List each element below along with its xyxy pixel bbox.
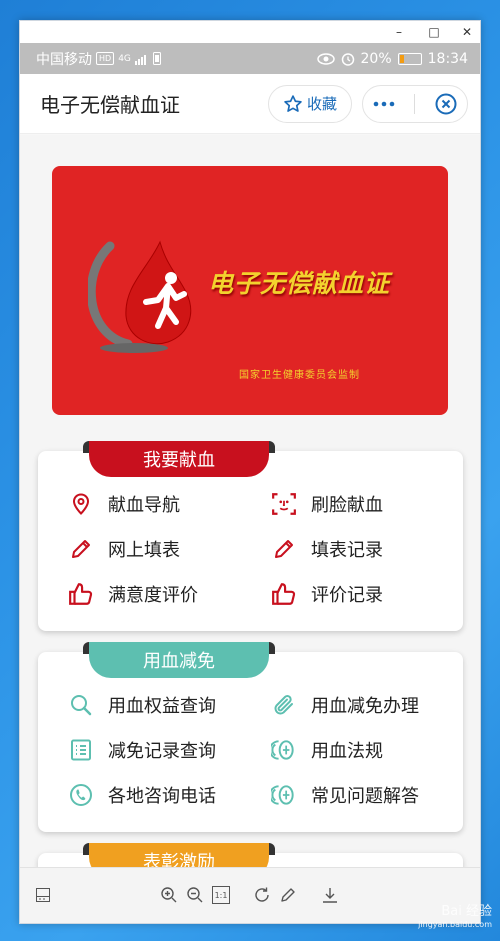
blood-certificate-banner[interactable]: 电子无偿献血证 国家卫生健康委员会监制: [52, 166, 448, 415]
section-card-reimburse: 用血减免 用血权益查询 用血减免办理 减免记录查询 用血法规 各地咨询电话 常见…: [38, 642, 463, 832]
list-icon: [68, 737, 94, 763]
menu-item-rights-query[interactable]: 用血权益查询: [38, 690, 241, 720]
signal-label: 4G: [118, 53, 131, 64]
rotate-icon[interactable]: [252, 885, 272, 905]
menu-item-online-form[interactable]: 网上填表: [38, 534, 241, 564]
face-scan-icon: [271, 491, 297, 517]
section-title: 表彰激励: [89, 843, 269, 867]
paperclip-icon: [271, 692, 297, 718]
zoom-out-icon[interactable]: [185, 885, 205, 905]
viewer-toolbar: 1:1: [20, 867, 480, 923]
menu-item-label: 评价记录: [311, 585, 383, 606]
menu-item-faq[interactable]: 常见问题解答: [241, 780, 463, 810]
page-content[interactable]: 电子无偿献血证 国家卫生健康委员会监制 我要献血 献血导航 刷脸献血 网上填表 …: [20, 135, 480, 867]
download-icon[interactable]: [320, 885, 340, 905]
menu-item-satisfaction[interactable]: 满意度评价: [38, 579, 241, 609]
page-title: 电子无偿献血证: [40, 93, 180, 117]
menu-item-reimburse-records[interactable]: 减免记录查询: [38, 735, 241, 765]
favorite-button[interactable]: 收藏: [267, 84, 352, 123]
thumbs-up-icon: [271, 581, 297, 607]
actual-size-button[interactable]: 1:1: [212, 886, 230, 904]
section-tab: 表彰激励: [83, 843, 275, 867]
section-card-honors: 表彰激励: [38, 843, 463, 867]
minimize-button[interactable]: –: [384, 21, 414, 43]
section-title: 我要献血: [89, 441, 269, 477]
capsule-menu: [362, 84, 468, 123]
search-icon: [68, 692, 94, 718]
menu-item-label: 网上填表: [108, 540, 180, 561]
capsule-divider: [414, 93, 416, 114]
maximize-button[interactable]: □: [419, 21, 449, 43]
menu-item-label: 常见问题解答: [311, 786, 419, 807]
close-circle-icon[interactable]: [434, 92, 458, 116]
zoom-in-icon[interactable]: [159, 885, 179, 905]
location-pin-icon: [68, 491, 94, 517]
phone-status-bar: 中国移动 HD 4G 20% 18:34: [20, 43, 480, 74]
section-tab: 我要献血: [83, 441, 275, 477]
pencil-icon: [271, 536, 297, 562]
menu-item-label: 用血法规: [311, 741, 383, 762]
menu-item-label: 填表记录: [311, 540, 383, 561]
signal-icon: [134, 54, 146, 65]
menu-item-donation-nav[interactable]: 献血导航: [38, 489, 241, 519]
more-icon[interactable]: [372, 100, 396, 108]
favorite-label: 收藏: [306, 95, 337, 113]
app-header: 电子无偿献血证 收藏: [20, 74, 480, 134]
watermark-url: jingyan.baidu.com: [418, 920, 492, 929]
menu-item-face-donate[interactable]: 刷脸献血: [241, 489, 463, 519]
panel-toggle-icon[interactable]: [33, 885, 53, 905]
menu-item-label: 满意度评价: [108, 585, 198, 606]
pencil-icon: [68, 536, 94, 562]
law-icon: [271, 737, 297, 763]
section-card-donate: 我要献血 献血导航 刷脸献血 网上填表 填表记录 满意度评价 评价记录: [38, 441, 463, 631]
banner-title: 电子无偿献血证: [208, 269, 391, 298]
section-tab: 用血减免: [83, 642, 275, 678]
menu-item-label: 献血导航: [108, 495, 180, 516]
menu-item-label: 各地咨询电话: [108, 786, 216, 807]
section-items: 用血权益查询 用血减免办理 减免记录查询 用血法规 各地咨询电话 常见问题解答: [38, 690, 463, 810]
baidu-watermark: Bai 经验 jingyan.baidu.com: [418, 905, 492, 931]
section-items: 献血导航 刷脸献血 网上填表 填表记录 满意度评价 评价记录: [38, 489, 463, 609]
eye-icon: [316, 52, 335, 65]
menu-item-label: 刷脸献血: [311, 495, 383, 516]
menu-item-label: 减免记录查询: [108, 741, 216, 762]
phone-icon: [68, 782, 94, 808]
close-window-button[interactable]: ✕: [452, 21, 480, 43]
clock: 18:34: [427, 50, 468, 67]
menu-item-hotlines[interactable]: 各地咨询电话: [38, 780, 241, 810]
thumbs-up-icon: [68, 581, 94, 607]
banner-subtitle: 国家卫生健康委员会监制: [239, 370, 360, 381]
star-icon: [284, 94, 302, 112]
menu-item-review-records[interactable]: 评价记录: [241, 579, 463, 609]
blood-drop-logo: [88, 240, 192, 353]
edit-icon[interactable]: [278, 885, 298, 905]
menu-item-regulations[interactable]: 用血法规: [241, 735, 463, 765]
carrier-label: 中国移动: [36, 51, 92, 68]
menu-item-label: 用血减免办理: [311, 696, 419, 717]
window-titlebar: – □ ✕: [20, 21, 480, 43]
app-window: – □ ✕ 中国移动 HD 4G 20% 18:34 电子无偿献血证 收藏 电子…: [19, 20, 481, 924]
sim-icon: [152, 52, 161, 65]
watermark-brand: Bai 经验: [441, 904, 492, 919]
battery-percent: 20%: [360, 50, 392, 67]
hd-badge: HD: [96, 52, 115, 65]
section-title: 用血减免: [89, 642, 269, 678]
alarm-icon: [341, 52, 354, 66]
menu-item-label: 用血权益查询: [108, 696, 216, 717]
law-icon: [271, 782, 297, 808]
menu-item-reimburse-apply[interactable]: 用血减免办理: [241, 690, 463, 720]
battery-icon: [397, 52, 422, 65]
menu-item-form-records[interactable]: 填表记录: [241, 534, 463, 564]
